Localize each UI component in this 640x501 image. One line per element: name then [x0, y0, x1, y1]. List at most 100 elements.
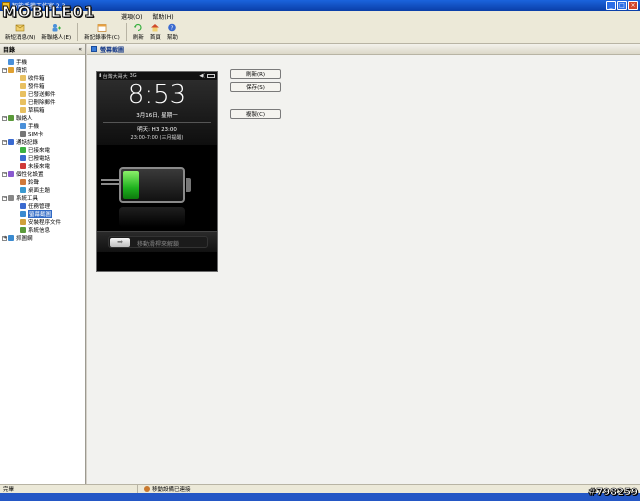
- new-event-button[interactable]: 新記錄事件(C): [81, 23, 123, 41]
- refresh-label: 刷新: [132, 35, 144, 41]
- tree-item-label: 螢幕截圖: [28, 210, 53, 218]
- svg-text:?: ?: [171, 26, 174, 32]
- sms-icon: [8, 67, 14, 73]
- tree-item[interactable]: 系統信息: [2, 226, 85, 234]
- tree-item[interactable]: 螢幕截圖: [2, 210, 85, 218]
- home-button[interactable]: 首頁: [147, 23, 164, 41]
- toolbar-separator: [77, 23, 79, 41]
- tree-item[interactable]: 已刪除郵件: [2, 98, 85, 106]
- tree-item[interactable]: − 聯絡人: [2, 114, 85, 122]
- arrow-right-icon[interactable]: ➡: [110, 238, 130, 247]
- phone-contacts-icon: [20, 123, 26, 129]
- screenshot-header: 螢幕截圖: [87, 44, 640, 55]
- refresh-button[interactable]: 刷新: [130, 23, 147, 41]
- tree-item-label: 系統信息: [28, 228, 51, 234]
- tree-item-label: 聯絡人: [16, 116, 33, 122]
- tree-item[interactable]: 桌面主題: [2, 186, 85, 194]
- call-log-icon: [8, 139, 14, 145]
- new-contact-icon: [52, 24, 62, 32]
- screenshot-panel: 螢幕截圖 ıllı 台灣大哥大 3G ◀( 8:53 3月16日, 星期一 明天…: [87, 44, 640, 484]
- save-screenshot-button[interactable]: 保存(S): [230, 82, 281, 92]
- lock-date: 3月16日, 星期一: [136, 113, 178, 119]
- tree-item-label: 手機: [16, 60, 28, 66]
- tree-item[interactable]: − 個性化設置: [2, 170, 85, 178]
- phone-screenshot: ıllı 台灣大哥大 3G ◀( 8:53 3月16日, 星期一 明天: H3 …: [96, 71, 218, 272]
- tree-item[interactable]: 手機: [2, 58, 85, 66]
- help-icon: ?: [168, 23, 177, 32]
- tree-item[interactable]: 安裝程序文件: [2, 218, 85, 226]
- toolbar: 新短消息(N) 新聯絡人(E) 新記錄事件(C) 刷新 首頁 ? 幫助: [0, 21, 640, 44]
- help-button[interactable]: ? 幫助: [164, 23, 181, 41]
- tree-item-label: 個性化設置: [16, 172, 44, 178]
- expander-icon[interactable]: −: [2, 195, 7, 201]
- tree-item[interactable]: 任務管理: [2, 202, 85, 210]
- tree-item-label: 通話記錄: [16, 140, 39, 146]
- tree-item-label: 抓圖網: [16, 236, 33, 242]
- unlock-slider-bar: ➡ 移動滑桿來解鎖: [97, 231, 217, 252]
- tree-spacer: [14, 91, 19, 97]
- home-icon: [151, 24, 160, 32]
- charging-display: ➡ 移動滑桿來解鎖: [97, 145, 217, 252]
- battery-icon: [207, 74, 215, 78]
- directory-tree: 手機 − 簡訊 收件箱 發件箱 已發送郵件 已刪除郵件 草稿箱 − 聯絡人 手機 SIM卡 − 通話記錄已…: [0, 55, 85, 242]
- tree-item[interactable]: 未接來電: [2, 162, 85, 170]
- lock-weather: 明天: H3 23:00: [103, 122, 211, 133]
- maximize-button[interactable]: □: [617, 1, 627, 10]
- tree-item[interactable]: 已撥電話: [2, 154, 85, 162]
- inbox-icon: [20, 75, 26, 81]
- menu-bar: 選項(O) 幫助(H): [0, 11, 640, 21]
- tree-item-label: 手機: [28, 124, 40, 130]
- status-middle: 移動設備已連接: [138, 485, 191, 493]
- tree-item[interactable]: SIM卡: [2, 130, 85, 138]
- tree-item[interactable]: + 抓圖網: [2, 234, 85, 242]
- tree-item[interactable]: 手機: [2, 122, 85, 130]
- tree-spacer: [2, 59, 7, 65]
- tree-item-label: 已接來電: [28, 148, 51, 154]
- minimize-button[interactable]: _: [606, 1, 616, 10]
- system-tools-icon: [8, 195, 14, 201]
- expander-icon[interactable]: +: [2, 235, 7, 241]
- tree-item[interactable]: − 系統工具: [2, 194, 85, 202]
- lock-schedule: 23:00-7:00 (三月提醒): [130, 135, 184, 141]
- unlock-slider-track: ➡ 移動滑桿來解鎖: [108, 236, 208, 248]
- tree-spacer: [14, 163, 19, 169]
- missed-call-icon: [20, 163, 26, 169]
- directory-panel: 目錄 « 手機 − 簡訊 收件箱 發件箱 已發送郵件 已刪除郵件 草稿箱 − 聯絡人 手機 SIM卡 −…: [0, 44, 86, 484]
- tree-item-label: SIM卡: [28, 132, 44, 138]
- tree-item-label: 任務管理: [28, 204, 51, 210]
- tree-item[interactable]: 草稿箱: [2, 106, 85, 114]
- tree-item[interactable]: 鈴聲: [2, 178, 85, 186]
- outbox-icon: [20, 83, 26, 89]
- toolbar-separator: [125, 23, 127, 41]
- tree-item[interactable]: 發件箱: [2, 82, 85, 90]
- tree-item-label: 系統工具: [16, 196, 39, 202]
- new-event-icon: [97, 24, 107, 32]
- tree-item-label: 安裝程序文件: [28, 220, 62, 226]
- collapse-panel-button[interactable]: «: [78, 46, 82, 53]
- tree-item[interactable]: 已發送郵件: [2, 90, 85, 98]
- expander-icon[interactable]: −: [2, 115, 7, 121]
- new-message-button[interactable]: 新短消息(N): [2, 23, 38, 41]
- tree-item-label: 草稿箱: [28, 108, 45, 114]
- tree-item[interactable]: 收件箱: [2, 74, 85, 82]
- copy-screenshot-button[interactable]: 複製(C): [230, 109, 281, 119]
- tree-item[interactable]: 已接來電: [2, 146, 85, 154]
- new-contact-button[interactable]: 新聯絡人(E): [38, 23, 74, 41]
- device-connected-icon: [144, 486, 150, 492]
- deleted-icon: [20, 99, 26, 105]
- tree-item[interactable]: − 通話記錄: [2, 138, 85, 146]
- charging-cable-icon: [101, 179, 119, 185]
- tree-spacer: [14, 179, 19, 185]
- tree-spacer: [14, 155, 19, 161]
- refresh-screenshot-button[interactable]: 刷新(R): [230, 69, 281, 79]
- carrier-name: 台灣大哥大: [102, 73, 128, 80]
- tree-item[interactable]: − 簡訊: [2, 66, 85, 74]
- installer-icon: [20, 219, 26, 225]
- menu-options[interactable]: 選項(O): [116, 12, 147, 21]
- expander-icon[interactable]: −: [2, 171, 7, 177]
- menu-help[interactable]: 幫助(H): [147, 12, 178, 21]
- ringtone-icon: [20, 179, 26, 185]
- close-button[interactable]: ×: [628, 1, 638, 10]
- expander-icon[interactable]: −: [2, 139, 7, 145]
- expander-icon[interactable]: −: [2, 67, 7, 73]
